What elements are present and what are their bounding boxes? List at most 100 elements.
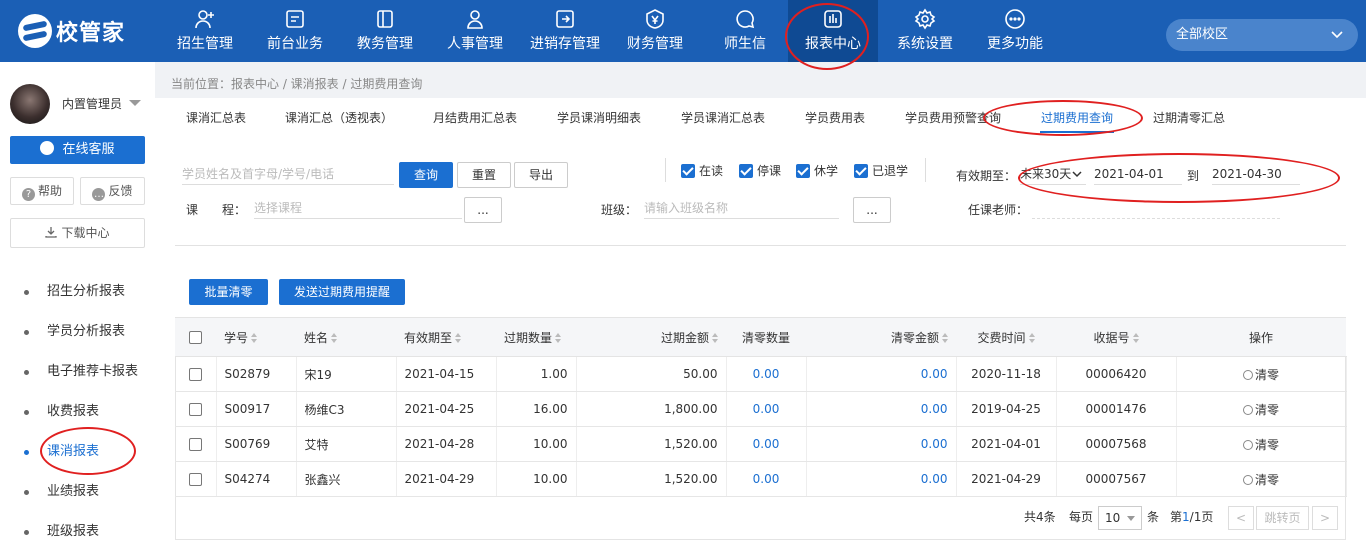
reset-button[interactable]: 重置 <box>457 162 511 188</box>
status-checkbox-suspended[interactable]: 休学 <box>796 163 838 179</box>
cell-receipt-no: 00007567 <box>1056 461 1177 497</box>
column-header[interactable]: 收据号 <box>1056 317 1176 357</box>
help-button[interactable]: ? 帮助 <box>10 177 74 205</box>
menu-item[interactable]: 电子推荐卡报表 <box>0 352 155 392</box>
menu-item[interactable]: 招生分析报表 <box>0 272 155 312</box>
tab[interactable]: 课消汇总（透视表） <box>285 104 393 132</box>
menu-item[interactable]: 班级报表 <box>0 512 155 552</box>
tab[interactable]: 学员费用表 <box>805 104 865 132</box>
tab[interactable]: 课消汇总表 <box>186 104 246 132</box>
tab[interactable]: 月结费用汇总表 <box>433 104 517 132</box>
tab[interactable]: 学员课消明细表 <box>557 104 641 132</box>
date-to-input[interactable]: 2021-04-30 <box>1212 163 1300 185</box>
tab-active[interactable]: 过期费用查询 <box>1041 104 1113 132</box>
clear-action[interactable]: 清零 <box>1176 391 1347 427</box>
row-checkbox[interactable] <box>188 368 202 381</box>
cell-expired-amount: 50.00 <box>576 356 727 392</box>
sort-icon[interactable] <box>712 332 718 343</box>
tab[interactable]: 学员课消汇总表 <box>681 104 765 132</box>
clear-label: 清零 <box>1254 437 1279 452</box>
nav-inventory[interactable]: 进销存管理 <box>520 0 610 62</box>
campus-select[interactable]: 全部校区 <box>1166 19 1358 51</box>
nav-message[interactable]: 师生信 <box>700 0 790 62</box>
date-from-input[interactable]: 2021-04-01 <box>1094 163 1182 185</box>
status-checkbox-withdrawn[interactable]: 已退学 <box>854 163 908 179</box>
bar-chart-icon <box>824 10 842 28</box>
column-header[interactable]: 过期数量 <box>496 317 576 357</box>
nav-label: 财务管理 <box>627 36 683 52</box>
nav-academic[interactable]: 教务管理 <box>340 0 430 62</box>
download-center-button[interactable]: 下载中心 <box>10 218 145 248</box>
cell-receipt-no: 00006420 <box>1056 356 1177 392</box>
row-checkbox[interactable] <box>188 438 202 451</box>
menu-item[interactable]: 收费报表 <box>0 392 155 432</box>
clear-icon <box>1242 369 1253 380</box>
menu-item[interactable]: 学员分析报表 <box>0 312 155 352</box>
nav-finance[interactable]: 财务管理 <box>610 0 700 62</box>
sort-icon[interactable] <box>455 332 462 343</box>
nav-hr[interactable]: 人事管理 <box>430 0 520 62</box>
clear-action[interactable]: 清零 <box>1176 426 1347 462</box>
column-header[interactable]: 交费时间 <box>956 317 1056 357</box>
status-checkbox-paused[interactable]: 停课 <box>739 163 781 179</box>
next-page-button[interactable]: > <box>1312 506 1338 530</box>
batch-clear-button[interactable]: 批量清零 <box>189 279 268 305</box>
sort-icon[interactable] <box>251 332 258 343</box>
sort-icon[interactable] <box>1028 332 1035 343</box>
cell-student-id: S04274 <box>216 461 297 497</box>
feedback-button[interactable]: … 反馈 <box>80 177 145 205</box>
nav-front-desk[interactable]: 前台业务 <box>250 0 340 62</box>
tab[interactable]: 学员费用预警查询 <box>905 104 1001 132</box>
per-page-select[interactable]: 10 <box>1098 506 1142 530</box>
nav-recruit[interactable]: 招生管理 <box>160 0 250 62</box>
course-label: 课 程： <box>186 203 247 217</box>
column-header[interactable]: 姓名 <box>296 317 396 357</box>
nav-reports[interactable]: 报表中心 <box>788 0 878 62</box>
query-button[interactable]: 查询 <box>399 162 453 188</box>
column-header[interactable]: 有效期至 <box>396 317 496 357</box>
column-header[interactable]: 学号 <box>216 317 296 357</box>
online-service-button[interactable]: 在线客服 <box>10 136 145 164</box>
class-input[interactable]: 请输入班级名称 <box>644 197 839 219</box>
campus-label: 全部校区 <box>1176 27 1229 42</box>
nav-label: 系统设置 <box>897 36 953 52</box>
app-logo[interactable]: 校管家 <box>18 14 125 48</box>
nav-settings[interactable]: 系统设置 <box>880 0 970 62</box>
status-checkbox-reading[interactable]: 在读 <box>681 163 723 179</box>
checkbox-label: 停课 <box>757 164 782 178</box>
cell-payment-date: 2019-04-25 <box>956 391 1057 427</box>
avatar[interactable] <box>10 84 50 124</box>
teacher-input[interactable] <box>1032 197 1280 219</box>
cell-cleared-amount: 0.00 <box>806 356 957 392</box>
menu-item-active[interactable]: 课消报表 <box>0 432 155 472</box>
clear-action[interactable]: 清零 <box>1176 461 1347 497</box>
nav-more[interactable]: 更多功能 <box>970 0 1060 62</box>
column-header[interactable]: 清零金额 <box>806 317 956 357</box>
class-picker-button[interactable]: ... <box>853 197 891 223</box>
jump-page-button[interactable]: 跳转页 <box>1256 506 1309 530</box>
row-checkbox[interactable] <box>188 473 202 486</box>
course-picker-button[interactable]: ... <box>464 197 502 223</box>
sort-icon[interactable] <box>331 332 338 343</box>
cell-expired-qty: 1.00 <box>496 356 577 392</box>
sort-icon[interactable] <box>942 332 948 343</box>
course-input[interactable]: 选择课程 <box>254 197 462 219</box>
cell-expired-qty: 10.00 <box>496 461 577 497</box>
tab[interactable]: 过期清零汇总 <box>1153 104 1225 132</box>
menu-item[interactable]: 业绩报表 <box>0 472 155 512</box>
send-reminder-button[interactable]: 发送过期费用提醒 <box>279 279 405 305</box>
column-header[interactable]: 过期金额 <box>576 317 726 357</box>
caret-down-icon[interactable] <box>129 100 141 106</box>
prev-page-button[interactable]: < <box>1228 506 1254 530</box>
page-prefix: 第 <box>1170 510 1183 524</box>
clear-icon <box>1242 474 1253 485</box>
row-checkbox[interactable] <box>188 403 202 416</box>
clear-action[interactable]: 清零 <box>1176 356 1347 392</box>
select-all-checkbox[interactable] <box>189 331 202 344</box>
export-button[interactable]: 导出 <box>514 162 568 188</box>
sort-icon[interactable] <box>555 332 562 343</box>
header-label: 过期数量 <box>504 330 553 345</box>
sort-icon[interactable] <box>1132 332 1139 343</box>
search-input[interactable]: 学员姓名及首字母/学号/电话 <box>182 163 394 185</box>
logo-mark-icon <box>18 14 52 48</box>
